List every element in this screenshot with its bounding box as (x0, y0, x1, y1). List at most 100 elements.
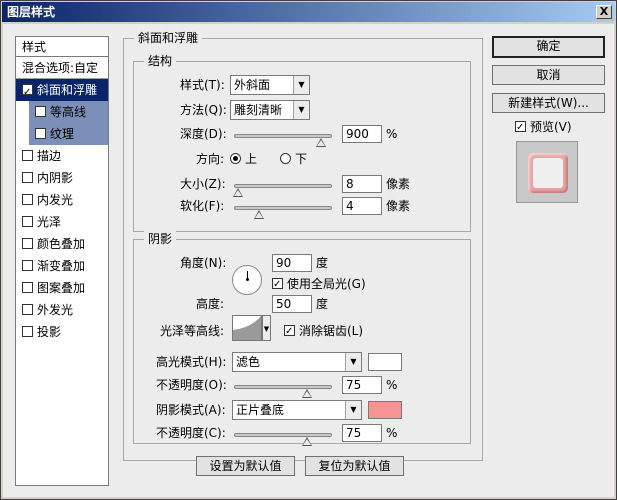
style-item-label: 斜面和浮雕 (37, 83, 98, 97)
technique-select[interactable]: 雕刻清晰 ▼ (230, 100, 310, 120)
soften-slider[interactable] (234, 206, 332, 219)
style-item-bevel-emboss[interactable]: 斜面和浮雕 (16, 79, 108, 104)
highlight-mode-select[interactable]: 滤色 ▼ (232, 352, 362, 372)
style-item-label: 渐变叠加 (37, 259, 86, 273)
size-slider[interactable] (232, 184, 332, 197)
stroke-checkbox[interactable] (22, 150, 33, 161)
make-default-button[interactable]: 设置为默认值 (196, 456, 295, 476)
shadow-mode-label: 阴影模式(A): (156, 403, 226, 417)
style-item-inner-glow[interactable]: 内发光 (16, 189, 108, 211)
shadow-mode-value: 正片叠底 (236, 403, 285, 417)
title-bar[interactable]: 图层样式 X (2, 2, 615, 22)
layer-style-dialog: 图层样式 X 样式 混合选项:自定 斜面和浮雕 等高线 纹理 描边 内阴影 内发… (0, 0, 617, 500)
highlight-opacity-thumb[interactable] (302, 389, 312, 398)
shading-title: 阴影 (144, 231, 177, 247)
style-item-label: 光泽 (37, 215, 62, 229)
blending-options-item[interactable]: 混合选项:自定 (16, 57, 108, 79)
gloss-contour-preview[interactable] (232, 315, 262, 341)
direction-up-radio[interactable] (230, 153, 241, 164)
depth-input[interactable]: 900 (342, 125, 382, 143)
style-select-value: 外斜面 (234, 78, 271, 92)
style-item-contour[interactable]: 等高线 (29, 101, 108, 123)
cancel-button[interactable]: 取消 (492, 65, 605, 85)
preview-option[interactable]: 预览(V) (515, 118, 572, 137)
soften-input[interactable]: 4 (342, 197, 382, 215)
style-item-label: 纹理 (50, 127, 75, 141)
contour-checkbox[interactable] (35, 106, 46, 117)
style-item-pattern-overlay[interactable]: 图案叠加 (16, 277, 108, 299)
global-light-option[interactable]: 使用全局光(G) (272, 275, 366, 294)
global-light-checkbox[interactable] (272, 276, 283, 294)
styles-header[interactable]: 样式 (16, 37, 108, 57)
style-item-satin[interactable]: 光泽 (16, 211, 108, 233)
pattern-overlay-checkbox[interactable] (22, 282, 33, 293)
close-button[interactable]: X (596, 5, 612, 19)
depth-unit: % (386, 127, 398, 141)
reset-default-button[interactable]: 复位为默认值 (305, 456, 404, 476)
color-overlay-checkbox[interactable] (22, 238, 33, 249)
depth-slider[interactable] (234, 134, 332, 147)
style-preview-thumbnail (516, 141, 578, 203)
direction-down-label: 下 (295, 152, 308, 166)
style-item-label: 颜色叠加 (37, 237, 86, 251)
angle-unit: 度 (316, 256, 329, 270)
direction-down-option[interactable]: 下 (280, 150, 307, 168)
chevron-down-icon: ▼ (345, 353, 361, 371)
antialias-label: 消除锯齿(L) (299, 324, 364, 338)
structure-group: 结构 样式(T): 外斜面 ▼ 方法(Q): 雕刻清晰 ▼ 深度(D): 900 %… (133, 53, 471, 232)
style-item-gradient-overlay[interactable]: 渐变叠加 (16, 255, 108, 277)
antialias-checkbox[interactable] (284, 323, 295, 341)
antialias-option[interactable]: 消除锯齿(L) (284, 322, 364, 341)
size-slider-thumb[interactable] (232, 188, 243, 197)
soften-slider-thumb[interactable] (254, 210, 264, 219)
shadow-opacity-slider[interactable] (234, 433, 332, 446)
style-item-label: 内发光 (37, 193, 74, 207)
shadow-opacity-thumb[interactable] (302, 437, 312, 446)
shadow-color-swatch[interactable] (368, 401, 402, 419)
style-item-stroke[interactable]: 描边 (16, 145, 108, 167)
direction-up-option[interactable]: 上 (230, 150, 257, 168)
highlight-opacity-label: 不透明度(O): (156, 378, 227, 392)
highlight-color-swatch[interactable] (368, 353, 402, 371)
texture-checkbox[interactable] (35, 128, 46, 139)
gloss-contour-label: 光泽等高线: (160, 324, 225, 338)
highlight-mode-label: 高光模式(H): (156, 355, 227, 369)
style-select[interactable]: 外斜面 ▼ (230, 75, 310, 95)
technique-select-value: 雕刻清晰 (234, 103, 283, 117)
size-input[interactable]: 8 (342, 175, 382, 193)
contour-dropdown-button[interactable]: ▼ (262, 315, 271, 341)
gradient-overlay-checkbox[interactable] (22, 260, 33, 271)
shadow-mode-select[interactable]: 正片叠底 ▼ (232, 400, 362, 420)
style-item-outer-glow[interactable]: 外发光 (16, 299, 108, 321)
style-item-label: 投影 (37, 325, 62, 339)
angle-input[interactable]: 90 (272, 254, 312, 272)
style-item-label: 内阴影 (37, 171, 74, 185)
preview-checkbox[interactable] (515, 119, 526, 137)
satin-checkbox[interactable] (22, 216, 33, 227)
ok-button[interactable]: 确定 (492, 36, 605, 58)
angle-dial[interactable] (232, 265, 262, 295)
preview-shape (528, 153, 568, 193)
highlight-opacity-slider[interactable] (234, 385, 332, 398)
bevel-emboss-checkbox[interactable] (22, 82, 33, 104)
new-style-button[interactable]: 新建样式(W)... (492, 93, 605, 113)
depth-slider-thumb[interactable] (316, 138, 327, 147)
chevron-down-icon: ▼ (293, 76, 309, 94)
outer-glow-checkbox[interactable] (22, 304, 33, 315)
altitude-input[interactable]: 50 (272, 295, 312, 313)
shadow-opacity-input[interactable]: 75 (342, 424, 382, 442)
soften-unit: 像素 (386, 199, 411, 213)
direction-down-radio[interactable] (280, 153, 291, 164)
style-item-color-overlay[interactable]: 颜色叠加 (16, 233, 108, 255)
inner-shadow-checkbox[interactable] (22, 172, 33, 183)
style-item-texture[interactable]: 纹理 (29, 123, 108, 145)
style-item-inner-shadow[interactable]: 内阴影 (16, 167, 108, 189)
altitude-label: 高度: (196, 297, 225, 311)
direction-label: 方向: (196, 152, 225, 166)
inner-glow-checkbox[interactable] (22, 194, 33, 205)
highlight-opacity-input[interactable]: 75 (342, 376, 382, 394)
drop-shadow-checkbox[interactable] (22, 326, 33, 337)
size-unit: 像素 (386, 177, 411, 191)
preview-label: 预览(V) (530, 120, 572, 134)
style-item-drop-shadow[interactable]: 投影 (16, 321, 108, 343)
